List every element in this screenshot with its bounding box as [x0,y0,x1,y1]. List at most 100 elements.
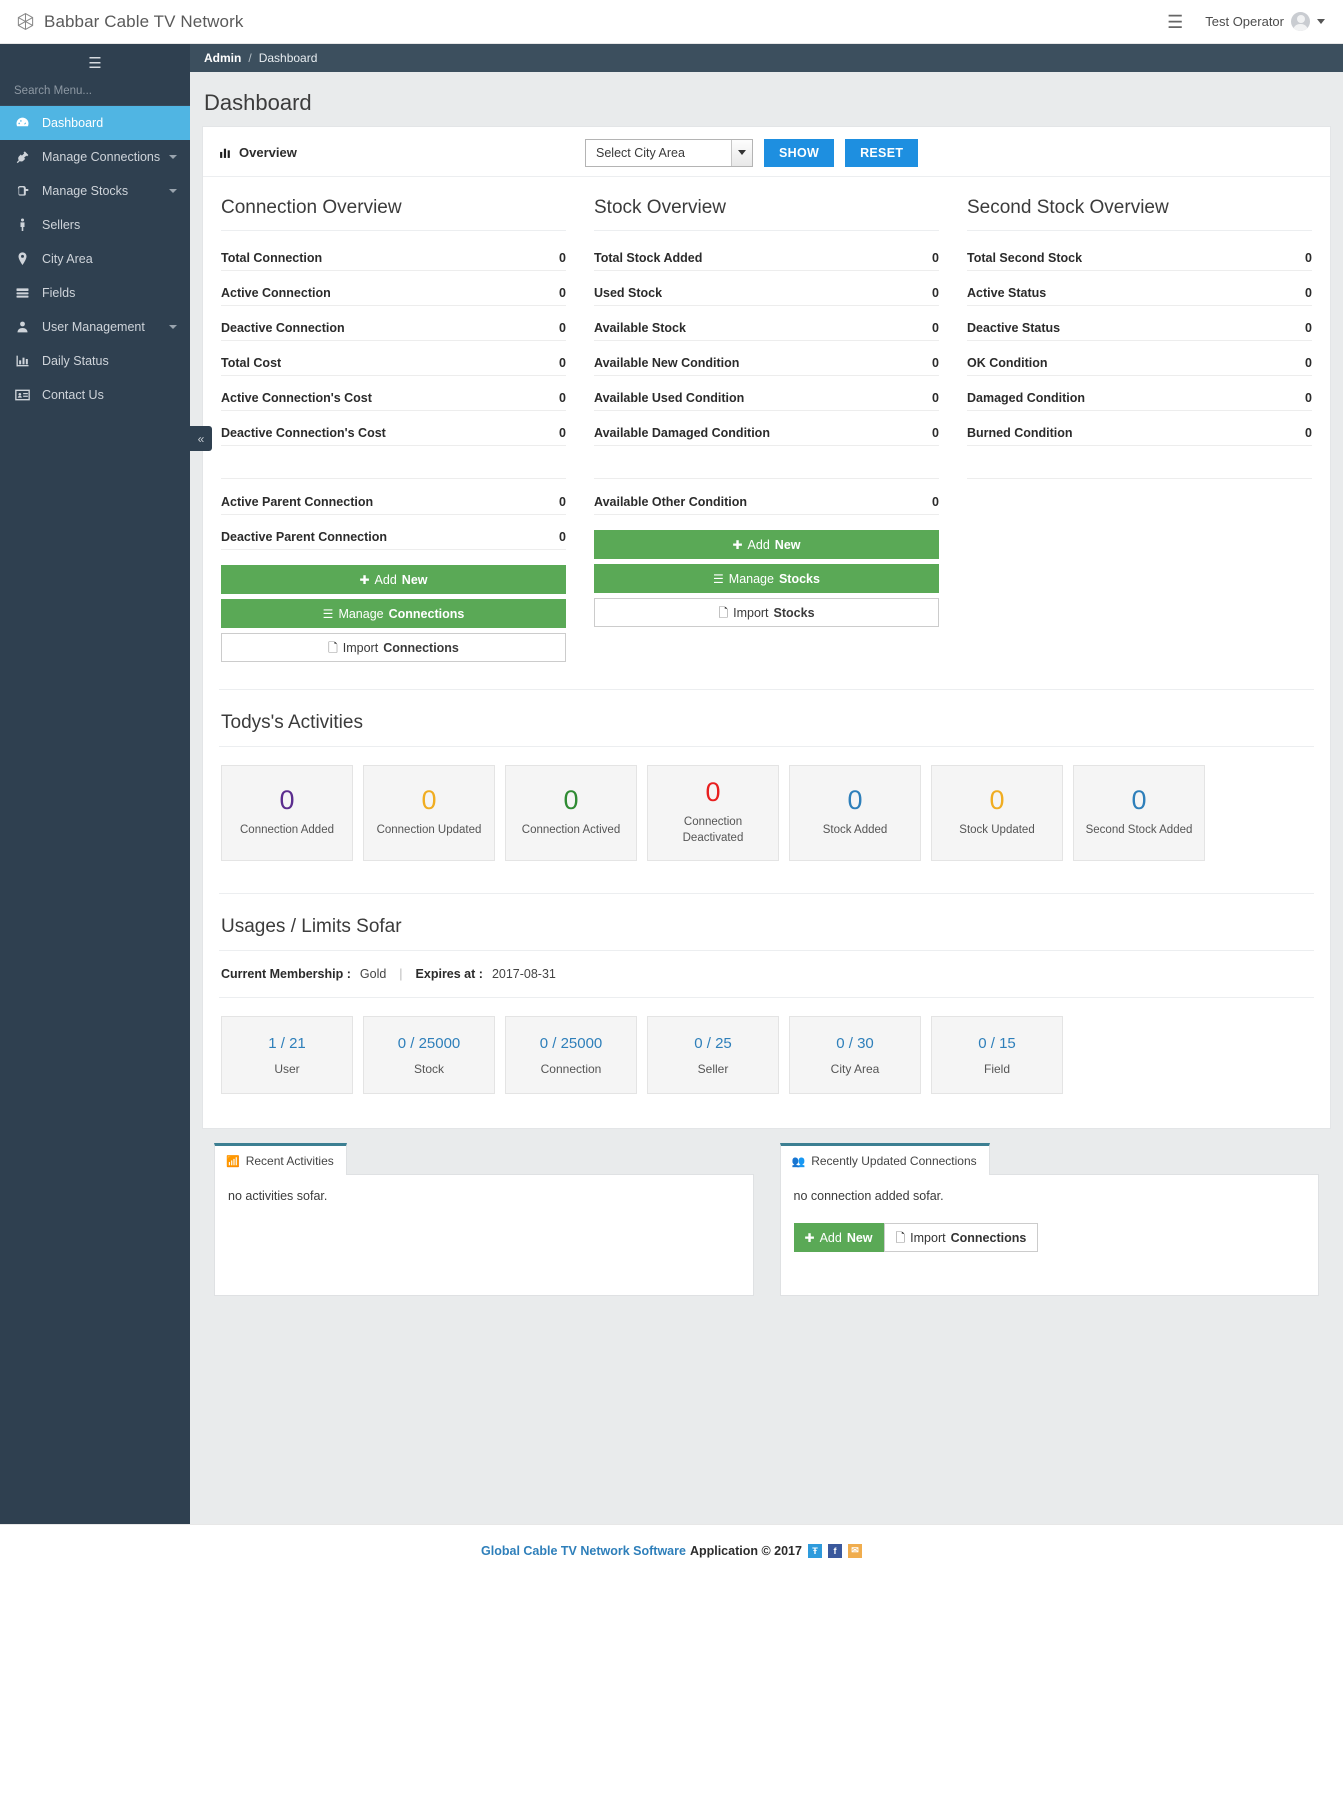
stat-value: 0 [932,356,939,370]
stat-label: Active Parent Connection [221,495,374,509]
limit-tiles: 1 / 21 User 0 / 25000 Stock 0 / 25000 Co… [219,998,1314,1104]
footer-link[interactable]: Global Cable TV Network Software [481,1544,686,1558]
activity-label: Connection Deactivated [682,816,744,844]
activity-value: 0 [705,777,721,807]
manage-connections-button[interactable]: ☰ Manage Connections [221,599,566,628]
topbar-right: ☰ Test Operator [1167,12,1325,31]
stat-value: 0 [1305,251,1312,265]
tab-label: Recently Updated Connections [811,1154,977,1169]
column-title: Connection Overview [221,191,566,231]
stat-label: Active Connection [221,286,331,300]
limit-value: 0 / 25 [694,1034,732,1052]
button-label-light: Manage [338,606,384,621]
list-icon: ☰ [322,606,334,621]
stat-value: 0 [932,495,939,509]
button-label-bold: New [401,572,428,587]
search-menu-input[interactable]: Search Menu... [0,76,190,106]
sidebar-item-manage-connections[interactable]: Manage Connections [0,140,190,174]
overview-columns: Connection Overview Total Connection 0 A… [203,177,1330,689]
import-stocks-button[interactable]: 🗋 Import Stocks [594,598,939,627]
stat-value: 0 [932,391,939,405]
panel-body: no activities sofar. [214,1174,754,1297]
add-new-stock-button[interactable]: ✚ Add New [594,530,939,559]
import-connections-button[interactable]: 🗋 Import Connections [883,1223,1039,1253]
activity-value: 0 [563,784,579,815]
limit-label: Seller [697,1061,729,1076]
stat-row: Available Used Condition 0 [594,391,939,411]
import-connections-button[interactable]: 🗋 Import Connections [221,633,566,662]
tab-recent-activities[interactable]: 📶 Recent Activities [214,1143,347,1176]
stat-label: Available Used Condition [594,391,745,405]
activity-label: Stock Added [822,824,888,837]
activities-section: Todys's Activities 0 Connection Added 0 … [219,689,1314,871]
button-label-light: Manage [728,571,774,586]
breadcrumb-current: Dashboard [258,51,318,65]
limit-label: Stock [413,1061,444,1076]
activity-label: Connection Actived [521,824,621,837]
facebook-icon[interactable]: f [827,1543,842,1558]
sidebar-item-daily-status[interactable]: Daily Status [0,344,190,378]
add-new-connection-button[interactable]: ✚ Add New [221,565,566,594]
activity-label: Second Stock Added [1085,824,1193,837]
empty-message: no activities sofar. [228,1189,328,1204]
sidebar-toggle-hamburger-icon[interactable]: ☰ [0,44,190,76]
sidebar-item-user-management[interactable]: User Management [0,310,190,344]
stat-label: Deactive Connection's Cost [221,426,386,440]
hamburger-icon[interactable]: ☰ [1167,13,1183,31]
sidebar-item-label: Manage Connections [42,150,161,164]
limit-label: Connection [540,1061,602,1076]
user-icon [14,319,31,335]
membership-line: Current Membership : Gold | Expires at :… [219,951,1314,999]
activity-label: Connection Updated [376,824,482,837]
twitter-icon[interactable]: Ŧ [807,1543,822,1558]
sidebar-item-dashboard[interactable]: Dashboard [0,106,190,140]
plus-icon: ✚ [732,537,743,552]
sidebar-item-contact-us[interactable]: Contact Us [0,378,190,412]
tab-label: Recent Activities [245,1154,334,1169]
bar-chart-icon [14,353,31,369]
reset-button[interactable]: RESET [845,138,919,167]
limit-tile: 0 / 25000 Connection [505,1016,637,1095]
activity-value: 0 [421,784,437,815]
column-title: Second Stock Overview [967,191,1312,231]
stat-row: Available Stock 0 [594,321,939,341]
user-menu[interactable]: Test Operator [1205,12,1325,31]
mail-icon[interactable]: ✉ [847,1543,862,1558]
activity-value: 0 [847,784,863,815]
limit-label: City Area [830,1061,880,1076]
empty-message: no connection added sofar. [793,1189,944,1204]
button-label-light: Add [747,537,770,552]
show-button[interactable]: SHOW [764,138,835,167]
sidebar-item-fields[interactable]: Fields [0,276,190,310]
sidebar-item-sellers[interactable]: Sellers [0,208,190,242]
recent-activities-panel: 📶 Recent Activities no activities sofar. [214,1143,754,1297]
button-label-light: Import [342,640,379,655]
recently-updated-connections-panel: 👥 Recently Updated Connections no connec… [779,1143,1319,1297]
activity-tile: 0 Stock Added [789,765,921,862]
stat-label: Available New Condition [594,356,740,370]
app-shell: ☰ Search Menu... Dashboard Manage Connec… [0,44,1343,1524]
panel-body: no connection added sofar. ✚ Add New 🗋 I… [779,1174,1319,1297]
brand[interactable]: Babbar Cable TV Network [16,12,243,32]
stat-value: 0 [559,426,566,440]
bottom-panels: 📶 Recent Activities no activities sofar.… [202,1129,1331,1314]
stat-value: 0 [1305,286,1312,300]
add-new-connection-button[interactable]: ✚ Add New [793,1223,884,1253]
button-label-light: Add [819,1230,842,1245]
dashboard-icon [14,115,31,131]
activity-tile: 0 Connection Updated [363,765,495,862]
sidebar-collapse-button[interactable]: « [190,426,212,451]
city-area-select[interactable]: Select City Area [585,138,753,167]
stat-row-spacer [967,461,1312,479]
sidebar-item-manage-stocks[interactable]: Manage Stocks [0,174,190,208]
breadcrumb-root[interactable]: Admin [204,51,241,65]
sidebar-item-city-area[interactable]: City Area [0,242,190,276]
membership-value: Gold [359,967,387,982]
manage-stocks-button[interactable]: ☰ Manage Stocks [594,564,939,593]
dashboard-board: Overview Select City Area SHOW RESET Con… [190,126,1343,1314]
top-navbar: Babbar Cable TV Network ☰ Test Operator [0,0,1343,44]
stat-label: Burned Condition [967,426,1073,440]
limit-value: 0 / 25000 [539,1034,603,1052]
stat-row: Deactive Status 0 [967,321,1312,341]
tab-recently-updated-connections[interactable]: 👥 Recently Updated Connections [779,1143,990,1176]
